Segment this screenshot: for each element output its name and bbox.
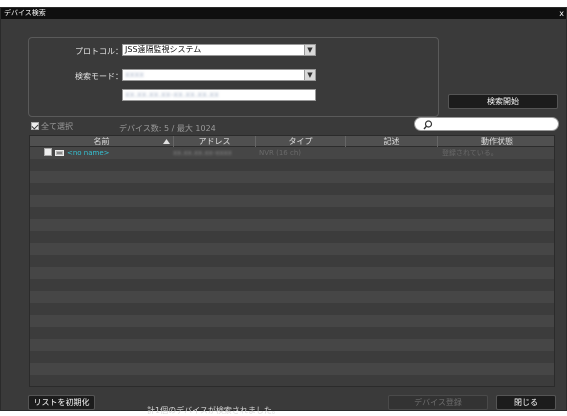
- chevron-down-icon[interactable]: ▼: [304, 70, 315, 80]
- close-button[interactable]: 閉じる: [496, 395, 556, 410]
- empty-table-row: [30, 183, 554, 195]
- column-header-status[interactable]: 動作状態: [438, 136, 554, 147]
- empty-table-row: [30, 195, 554, 207]
- empty-table-row: [30, 255, 554, 267]
- register-device-button[interactable]: デバイス登録: [388, 395, 488, 410]
- search-mode-value: xxxx: [125, 70, 144, 79]
- select-all-label: 全て選択: [41, 122, 73, 131]
- device-count: デバイス数: 5 / 最大 1024: [119, 124, 216, 133]
- checkbox-icon[interactable]: [44, 148, 52, 156]
- empty-table-row: [30, 219, 554, 231]
- empty-table-row: [30, 363, 554, 375]
- column-header-address[interactable]: アドレス: [174, 136, 256, 147]
- address-range-value: xx.xx.xx.xx-xx.xx.xx.xx: [125, 90, 219, 99]
- search-mode-label: 検索モード：: [75, 72, 123, 81]
- empty-table-row: [30, 315, 554, 327]
- protocol-value: JSS遠隔監視システム: [125, 45, 202, 54]
- title-bar: デバイス検索 x: [1, 8, 566, 19]
- reset-list-button[interactable]: リストを初期化: [28, 395, 95, 410]
- row-address: xx.xx.xx.xx-xxxx: [173, 149, 232, 157]
- device-icon: [55, 147, 64, 159]
- protocol-label: プロトコル：: [75, 47, 123, 56]
- device-search-dialog: デバイス検索 x プロトコル： JSS遠隔監視システム ▼ 検索モード： xxx…: [0, 7, 567, 415]
- search-icon: [423, 120, 433, 130]
- search-input[interactable]: [414, 117, 559, 131]
- search-start-button[interactable]: 検索開始: [448, 94, 558, 109]
- close-icon[interactable]: x: [559, 8, 564, 19]
- row-name[interactable]: <no name>: [67, 147, 110, 159]
- empty-table-row: [30, 375, 554, 386]
- empty-table-row: [30, 291, 554, 303]
- column-header-description[interactable]: 記述: [346, 136, 438, 147]
- checkbox-icon[interactable]: [31, 122, 39, 130]
- empty-table-row: [30, 351, 554, 363]
- select-all-checkbox[interactable]: 全て選択: [31, 122, 73, 132]
- protocol-select[interactable]: JSS遠隔監視システム ▼: [122, 44, 316, 56]
- empty-table-row: [30, 327, 554, 339]
- sort-up-icon: [163, 139, 170, 144]
- column-header-name[interactable]: 名前: [30, 136, 174, 147]
- empty-table-row: [30, 339, 554, 351]
- row-type: NVR (16 ch): [259, 149, 301, 157]
- window-title: デバイス検索: [4, 9, 46, 17]
- table-row[interactable]: <no name> xx.xx.xx.xx-xxxx NVR (16 ch) 登…: [30, 147, 554, 159]
- empty-table-row: [30, 243, 554, 255]
- search-mode-select[interactable]: xxxx ▼: [122, 69, 316, 81]
- address-range-input[interactable]: xx.xx.xx.xx-xx.xx.xx.xx: [122, 89, 316, 101]
- empty-table-row: [30, 207, 554, 219]
- empty-table-row: [30, 267, 554, 279]
- empty-table-row: [30, 159, 554, 171]
- chevron-down-icon[interactable]: ▼: [304, 45, 315, 55]
- empty-table-row: [30, 279, 554, 291]
- row-status: 登録されている。: [442, 149, 498, 157]
- empty-table-row: [30, 303, 554, 315]
- device-table: 名前 アドレス タイプ 記述 動作状態 <no name> xx.xx.xx.x…: [29, 135, 555, 387]
- empty-table-row: [30, 171, 554, 183]
- empty-table-row: [30, 231, 554, 243]
- table-header: 名前 アドレス タイプ 記述 動作状態: [30, 136, 554, 147]
- row-checkbox[interactable]: [44, 147, 54, 159]
- column-header-type[interactable]: タイプ: [256, 136, 346, 147]
